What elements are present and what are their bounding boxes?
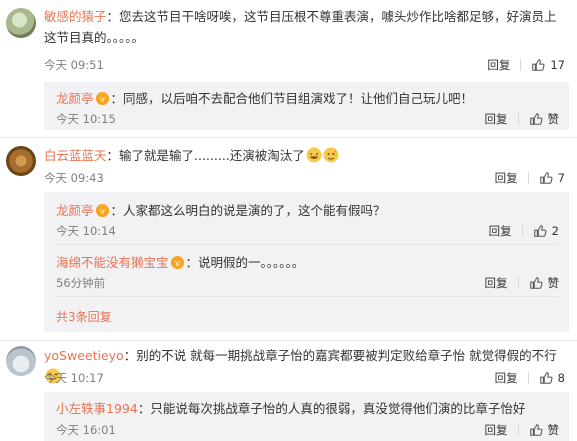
reply-actions: 回复 赞 [485, 275, 560, 291]
action-divider [527, 172, 529, 184]
thumbs-up-icon [539, 172, 553, 184]
like-button[interactable]: 7 [539, 171, 565, 185]
reply-timestamp: 56分钟前 [56, 276, 106, 290]
thumbs-up-icon [529, 113, 543, 125]
reply-box-2: 龙颜亭 v ：人家都这么明白的说是演的了，这个能有假吗？ 今天 10:14 回复 2… [44, 192, 569, 332]
vip-badge-icon: v [95, 203, 109, 218]
reply-body: ：人家都这么明白的说是演的了，这个能有假吗？ [110, 203, 386, 218]
reply-text: 海绵不能没有獭宝宝 v ：说明假的一。。。。。。 [56, 252, 561, 273]
vip-badge-icon: v [95, 91, 109, 106]
thumbs-up-icon [539, 372, 553, 384]
comment-timestamp: 今天 09:51 [44, 58, 104, 72]
svg-text:v: v [175, 258, 180, 268]
sweat-emoji-icon [323, 147, 339, 163]
reply-button[interactable]: 回复 [495, 170, 518, 186]
comment-text: 敏感的猿子：您去这节目干啥呀唉，这节目压根不尊重表演，噱头炒作比啥都足够，好演员… [44, 6, 569, 48]
reply-divider [54, 296, 559, 297]
action-divider [520, 59, 522, 71]
comment-text: 白云蓝蓝天：输了就是输了.........还演被淘汰了 [44, 145, 569, 166]
action-divider [527, 372, 529, 384]
comment-1: 敏感的猿子：您去这节目干啥呀唉，这节目压根不尊重表演，噱头炒作比啥都足够，好演员… [0, 0, 577, 84]
comment-username[interactable]: yoSweetieyo [44, 348, 124, 363]
reply-username[interactable]: 龙颜亭 [56, 91, 94, 106]
like-label: 赞 [547, 276, 560, 290]
action-divider [517, 277, 519, 289]
comment-timestamp: 今天 09:43 [44, 171, 104, 185]
comment-username[interactable]: 白云蓝蓝天 [44, 148, 107, 163]
comment-actions: 回复 17 [487, 57, 565, 73]
action-divider [517, 424, 519, 436]
svg-text:v: v [100, 94, 105, 104]
reply-actions: 回复 赞 [485, 422, 560, 438]
reply-box-3: 小左轶事1994：只能说每次挑战章子怡的人真的很弱，真没觉得他们演的比章子怡好 … [44, 392, 569, 441]
reply-timestamp: 今天 16:01 [56, 423, 116, 437]
reply-body: ：同感，以后咱不去配合他们节目组演戏了！让他们自己玩儿吧！ [110, 91, 474, 106]
reply-username[interactable]: 龙颜亭 [56, 203, 94, 218]
like-button[interactable]: 8 [539, 371, 565, 385]
like-count: 17 [550, 58, 565, 72]
comment-body: ：输了就是输了.........还演被淘汰了 [106, 148, 305, 163]
reply-actions: 回复 2 [489, 223, 559, 239]
laugh-emoji-icon [306, 147, 322, 163]
svg-text:v: v [100, 206, 105, 216]
comment-timestamp: 今天 10:17 [44, 371, 104, 385]
comment-body: ：别的不说 就每一期挑战章子怡的嘉宾都要被判定败给章子怡 就觉得假的不行 [123, 348, 557, 363]
reply-button[interactable]: 回复 [485, 275, 508, 291]
reply-body: ：说明假的一。。。。。。 [185, 255, 305, 270]
like-count: 8 [557, 371, 565, 385]
comment-username[interactable]: 敏感的猿子 [44, 9, 107, 24]
vip-badge-icon: v [170, 255, 184, 270]
reply-button[interactable]: 回复 [487, 57, 510, 73]
like-button[interactable]: 2 [533, 224, 559, 238]
reply-button[interactable]: 回复 [489, 223, 512, 239]
thumbs-up-icon [533, 225, 547, 237]
reply-button[interactable]: 回复 [495, 370, 518, 386]
comment-2: 白云蓝蓝天：输了就是输了.........还演被淘汰了 今天 09:43 回复 … [0, 140, 577, 192]
reply-actions: 回复 赞 [485, 111, 560, 127]
view-more-replies-link[interactable]: 共3条回复 [56, 308, 112, 325]
avatar[interactable] [6, 346, 36, 376]
like-count: 7 [557, 171, 565, 185]
comment-3: yoSweetieyo：别的不说 就每一期挑战章子怡的嘉宾都要被判定败给章子怡 … [0, 342, 577, 396]
comment-actions: 回复 7 [495, 170, 565, 186]
like-count: 2 [551, 224, 559, 238]
like-label: 赞 [547, 112, 560, 126]
comment-body: ：您去这节目干啥呀唉，这节目压根不尊重表演，噱头炒作比啥都足够，好演员上这节目真… [44, 9, 557, 45]
reply-username[interactable]: 海绵不能没有獭宝宝 [56, 255, 169, 270]
like-button[interactable]: 赞 [529, 111, 560, 127]
reply-timestamp: 今天 10:14 [56, 224, 116, 238]
reply-body: ：只能说每次挑战章子怡的人真的很弱，真没觉得他们演的比章子怡好 [137, 401, 526, 416]
thumbs-up-icon [532, 59, 545, 71]
like-button[interactable]: 17 [531, 58, 565, 72]
reply-button[interactable]: 回复 [485, 111, 508, 127]
comment-divider [0, 340, 577, 341]
like-label: 赞 [547, 423, 560, 437]
avatar[interactable] [6, 146, 36, 176]
reply-text: 小左轶事1994：只能说每次挑战章子怡的人真的很弱，真没觉得他们演的比章子怡好 [56, 398, 561, 419]
action-divider [521, 225, 523, 237]
reply-button[interactable]: 回复 [485, 422, 508, 438]
reply-text: 龙颜亭 v ：人家都这么明白的说是演的了，这个能有假吗？ [56, 200, 561, 221]
comment-actions: 回复 8 [495, 370, 565, 386]
reply-divider [54, 244, 559, 245]
like-button[interactable]: 赞 [529, 275, 560, 291]
thumbs-up-icon [529, 424, 543, 436]
reply-box-1: 龙颜亭 v ：同感，以后咱不去配合他们节目组演戏了！让他们自己玩儿吧！ 今天 10:… [44, 82, 569, 130]
reply-username[interactable]: 小左轶事1994 [56, 401, 138, 416]
thumbs-up-icon [529, 277, 543, 289]
action-divider [517, 113, 519, 125]
like-button[interactable]: 赞 [529, 422, 560, 438]
comment-text: yoSweetieyo：别的不说 就每一期挑战章子怡的嘉宾都要被判定败给章子怡 … [44, 345, 569, 387]
comment-divider [0, 137, 577, 138]
reply-timestamp: 今天 10:15 [56, 112, 116, 126]
reply-text: 龙颜亭 v ：同感，以后咱不去配合他们节目组演戏了！让他们自己玩儿吧！ [56, 88, 561, 109]
avatar[interactable] [6, 8, 36, 38]
